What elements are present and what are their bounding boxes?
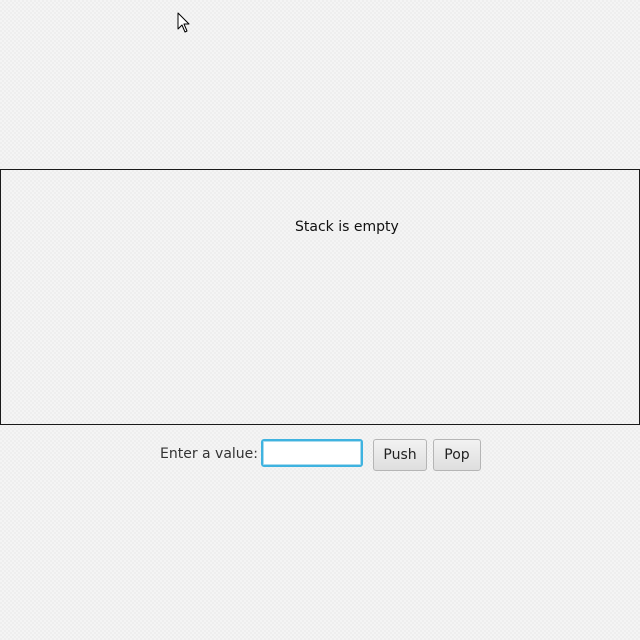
pop-button[interactable]: Pop (433, 439, 481, 471)
mouse-pointer-icon (177, 12, 190, 33)
value-input[interactable] (261, 439, 363, 467)
value-input-label: Enter a value: (160, 446, 259, 462)
stack-display-pane (0, 169, 640, 425)
push-button[interactable]: Push (373, 439, 427, 471)
stack-status-text: Stack is empty (295, 219, 399, 235)
